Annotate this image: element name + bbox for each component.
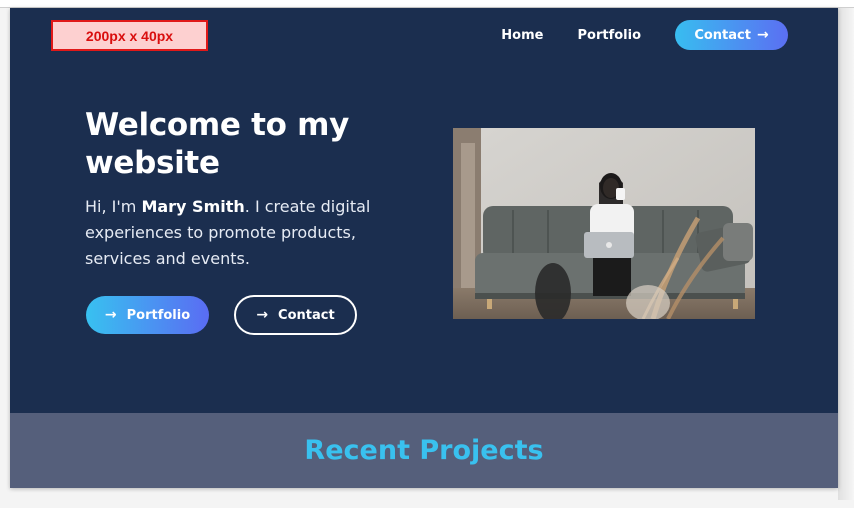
arrow-right-icon: →: [756, 27, 769, 43]
window-shadow: [838, 8, 854, 500]
hero-title: Welcome to my website: [85, 107, 350, 181]
contact-button[interactable]: → Contact: [234, 295, 357, 335]
nav-contact-label: Contact: [694, 27, 751, 43]
browser-window: 200px x 40px Home Portfolio Contact → We…: [0, 0, 854, 508]
nav-portfolio-link[interactable]: Portfolio: [577, 28, 641, 43]
page-viewport: 200px x 40px Home Portfolio Contact → We…: [10, 8, 838, 488]
main-nav: Home Portfolio Contact →: [501, 20, 788, 50]
contact-button-label: Contact: [278, 307, 335, 323]
nav-home-link[interactable]: Home: [501, 28, 543, 43]
hero-intro: Hi, I'm Mary Smith. I create digital exp…: [85, 194, 405, 272]
recent-projects-section: Recent Projects: [10, 413, 838, 488]
portfolio-button[interactable]: → Portfolio: [86, 296, 209, 334]
browser-top-edge: [0, 0, 854, 8]
intro-name: Mary Smith: [141, 197, 245, 216]
portfolio-button-label: Portfolio: [126, 307, 191, 323]
arrow-right-icon: →: [104, 307, 117, 323]
nav-contact-button[interactable]: Contact →: [675, 20, 788, 50]
intro-prefix: Hi, I'm: [85, 197, 142, 216]
hero-photo: [453, 128, 755, 319]
recent-projects-title: Recent Projects: [304, 435, 544, 466]
logo-placeholder[interactable]: 200px x 40px: [51, 20, 208, 51]
arrow-right-icon: →: [256, 307, 269, 323]
